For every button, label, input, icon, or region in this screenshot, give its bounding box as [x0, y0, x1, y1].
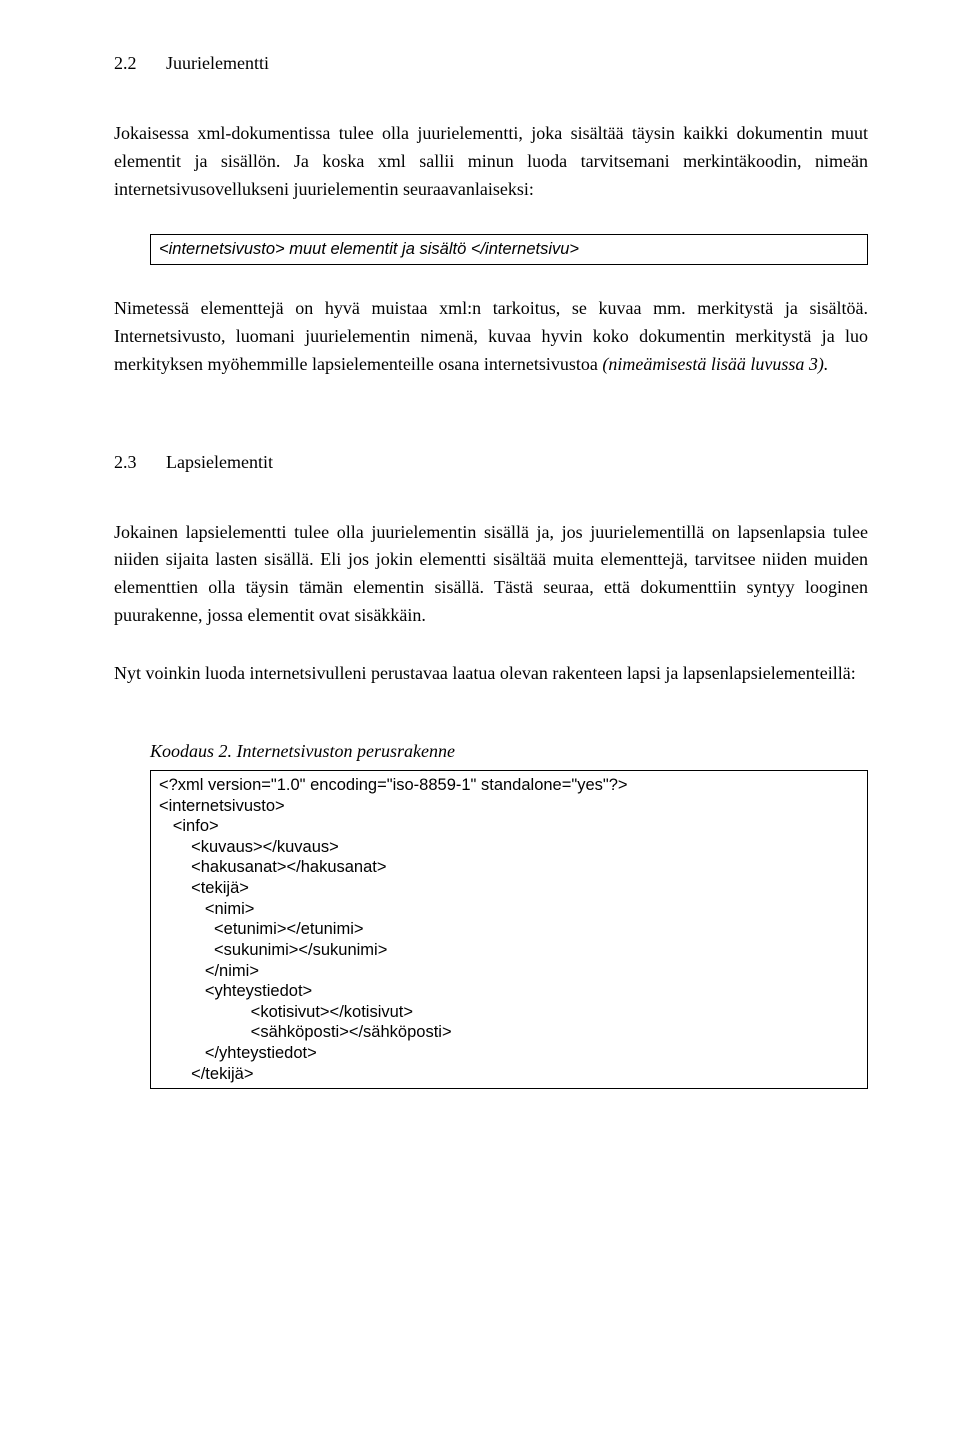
document-page: 2.2 Juurielementti Jokaisessa xml-dokume…: [0, 0, 960, 1436]
heading-title: Lapsielementit: [166, 449, 273, 477]
code-box-2: <?xml version="1.0" encoding="iso-8859-1…: [150, 770, 868, 1089]
heading-2-3: 2.3 Lapsielementit: [114, 449, 868, 477]
code-box-1-content: <internetsivusto> muut elementit ja sisä…: [159, 240, 579, 258]
code-box-1: <internetsivusto> muut elementit ja sisä…: [150, 234, 868, 265]
code-caption: Koodaus 2. Internetsivuston perusrakenne: [150, 738, 868, 766]
code-box-2-content: <?xml version="1.0" encoding="iso-8859-1…: [159, 775, 859, 1084]
heading-2-2: 2.2 Juurielementti: [114, 50, 868, 78]
para-s1-2b: (nimeämisestä lisää luvussa 3).: [602, 354, 828, 374]
heading-title: Juurielementti: [166, 50, 269, 78]
spacer: [114, 718, 868, 738]
spacer: [114, 409, 868, 449]
para-s2-1: Jokainen lapsielementti tulee olla juuri…: [114, 519, 868, 631]
para-s1-2: Nimetessä elementtejä on hyvä muistaa xm…: [114, 295, 868, 379]
para-s1-1: Jokaisessa xml-dokumentissa tulee olla j…: [114, 120, 868, 204]
heading-number: 2.3: [114, 449, 166, 477]
para-s2-2: Nyt voinkin luoda internetsivulleni peru…: [114, 660, 868, 688]
heading-number: 2.2: [114, 50, 166, 78]
